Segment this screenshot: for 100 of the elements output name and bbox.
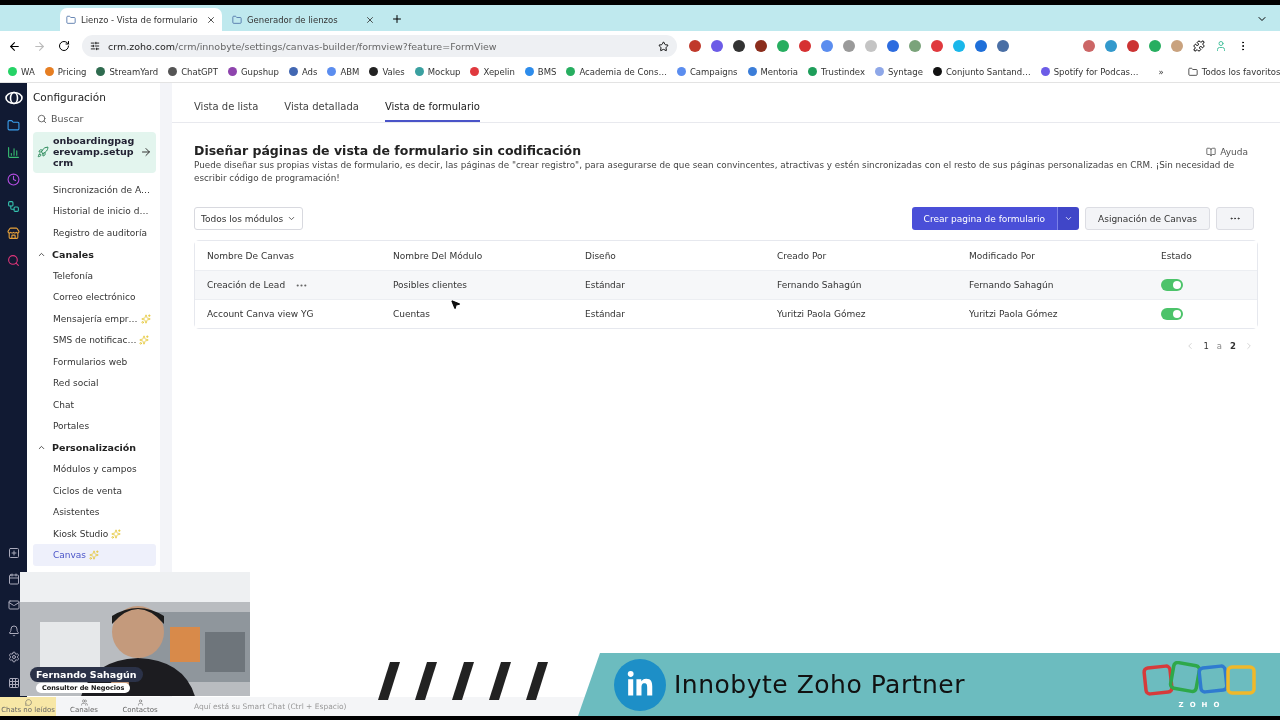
folder-icon[interactable] bbox=[7, 119, 20, 132]
bookmark[interactable]: ABM bbox=[327, 66, 360, 77]
column-header: Nombre Del Módulo bbox=[393, 250, 484, 261]
bell-icon[interactable] bbox=[7, 625, 20, 637]
table-cell: Fernando Sahagún bbox=[777, 280, 862, 291]
grid-icon[interactable] bbox=[7, 677, 20, 689]
column-header: Nombre De Canvas bbox=[207, 250, 295, 261]
bookmark[interactable]: Campaigns bbox=[676, 66, 738, 77]
bookmark[interactable]: Mentoria bbox=[747, 66, 799, 77]
bookmark[interactable]: Xepelin bbox=[470, 66, 515, 77]
bookmark[interactable]: Pricing bbox=[44, 66, 87, 77]
add-note-icon[interactable] bbox=[7, 547, 20, 559]
column-header: Creado Por bbox=[777, 250, 828, 261]
sidebar-item[interactable]: Mensajería empr… bbox=[33, 307, 156, 330]
module-dropdown[interactable]: Todos los módulos bbox=[194, 207, 304, 231]
banner-title: Innobyte Zoho Partner bbox=[674, 670, 966, 699]
chart-icon[interactable] bbox=[7, 146, 20, 159]
create-options-button[interactable] bbox=[1057, 207, 1080, 231]
address-bar[interactable]: crm.zoho.com/crm/innobyte/settings/canvas-builder/formview?feature=FormView bbox=[82, 35, 677, 57]
more-bookmarks-button[interactable]: » bbox=[1158, 66, 1164, 77]
sidebar-item[interactable]: Chat bbox=[33, 393, 156, 416]
sidebar-item[interactable]: Ciclos de venta bbox=[33, 479, 156, 502]
onboarding-link[interactable]: onboardingpagerevamp.setupcrm bbox=[33, 132, 156, 173]
status-toggle[interactable] bbox=[1161, 308, 1183, 321]
view-tab[interactable]: Vista de lista bbox=[194, 101, 259, 122]
sidebar-item[interactable]: Registro de auditoría bbox=[33, 221, 156, 244]
table-row[interactable]: Account Canva view YG Cuentas Estándar Yuritzi Paola Gómez Yuritzi Paola Gómez bbox=[195, 299, 1257, 329]
back-icon[interactable] bbox=[8, 39, 21, 53]
search-icon bbox=[37, 113, 47, 124]
sidebar-item[interactable]: Asistentes bbox=[33, 501, 156, 523]
bookmark[interactable]: StreamYard bbox=[96, 66, 159, 77]
bookmark[interactable]: Mockup bbox=[414, 66, 461, 77]
table-cell: Account Canva view YG bbox=[207, 309, 314, 320]
app-logo-icon[interactable] bbox=[4, 91, 23, 105]
bookmark[interactable]: Gupshup bbox=[227, 66, 279, 77]
bookmark[interactable]: Academia de Cons… bbox=[566, 66, 667, 77]
search-field[interactable]: Buscar bbox=[37, 113, 156, 124]
extension-icon[interactable] bbox=[733, 40, 745, 52]
workflow-icon[interactable] bbox=[7, 200, 20, 213]
sidebar-item[interactable]: Red social bbox=[33, 372, 156, 394]
bookmark[interactable]: Ads bbox=[288, 66, 318, 77]
sidebar-item[interactable]: Módulos y campos bbox=[33, 458, 156, 480]
sidebar-item[interactable]: Formularios web bbox=[33, 350, 156, 373]
tab-favicon-icon bbox=[66, 14, 76, 25]
sidebar-item[interactable]: Kiosk Studio bbox=[33, 522, 156, 545]
bookmark[interactable]: Vales bbox=[369, 66, 405, 77]
book-icon bbox=[1206, 147, 1217, 157]
bookmark[interactable]: Syntage bbox=[874, 66, 923, 77]
sidebar-item[interactable]: Telefonía bbox=[33, 264, 156, 287]
reload-icon[interactable] bbox=[58, 40, 70, 52]
search-icon[interactable] bbox=[7, 254, 20, 267]
bookmark[interactable]: Conjunto Santand… bbox=[932, 66, 1031, 77]
presenter-name: Fernando Sahagún bbox=[30, 667, 143, 682]
sidebar-item[interactable]: Portales bbox=[33, 415, 156, 437]
help-link[interactable]: Ayuda bbox=[1206, 147, 1248, 157]
sidebar-item[interactable]: Correo electrónico bbox=[33, 286, 156, 308]
users-icon bbox=[80, 699, 88, 706]
table-cell: Estándar bbox=[585, 309, 626, 320]
clock-icon[interactable] bbox=[7, 173, 20, 186]
bookmark-star-icon[interactable] bbox=[658, 40, 669, 52]
close-icon[interactable] bbox=[206, 14, 216, 25]
bookmark[interactable]: Spotify for Podcas… bbox=[1040, 66, 1139, 77]
table-row[interactable]: Creación de Lead Posibles clientes Estándar Fernando Sahagún Fernando Sahagún bbox=[195, 270, 1257, 300]
status-toggle[interactable] bbox=[1161, 279, 1183, 292]
create-form-button[interactable]: Crear pagina de formulario bbox=[911, 207, 1058, 231]
browser-tab[interactable]: Lienzo - Vista de formulario bbox=[60, 8, 222, 31]
sidebar-item[interactable]: SMS de notificac… bbox=[33, 329, 156, 351]
bookmark[interactable]: BMS bbox=[524, 66, 557, 77]
sidebar-item[interactable]: Historial de inicio d… bbox=[33, 200, 156, 222]
sidebar-item[interactable]: Sincronización de A… bbox=[33, 178, 156, 201]
extension-icon[interactable] bbox=[689, 40, 701, 52]
settings-icon[interactable] bbox=[7, 651, 20, 663]
bookmark[interactable]: ChatGPT bbox=[168, 66, 218, 77]
section-header[interactable]: Canales bbox=[33, 243, 156, 265]
view-tab[interactable]: Vista de formulario bbox=[384, 101, 480, 122]
close-icon[interactable] bbox=[365, 14, 375, 25]
column-header: Diseño bbox=[585, 250, 617, 261]
rocket-icon bbox=[37, 146, 49, 159]
site-settings-icon[interactable] bbox=[90, 41, 100, 51]
browser-tab[interactable]: Generador de lienzos bbox=[226, 8, 381, 31]
table-cell: Creación de Lead bbox=[207, 280, 286, 291]
extension-icon[interactable] bbox=[755, 40, 767, 52]
column-header: Modificado Por bbox=[969, 250, 1036, 261]
extensions-icon[interactable] bbox=[1193, 40, 1205, 52]
mail-icon[interactable] bbox=[7, 599, 20, 611]
cursor-icon bbox=[450, 299, 461, 310]
section-header[interactable]: Personalización bbox=[33, 436, 156, 459]
new-tab-icon[interactable] bbox=[391, 13, 403, 25]
canvas-assignment-button[interactable]: Asignación de Canvas bbox=[1085, 207, 1210, 231]
calendar-icon[interactable] bbox=[7, 573, 20, 585]
store-icon[interactable] bbox=[7, 227, 20, 240]
all-bookmarks-folder[interactable]: Todos los favoritos bbox=[1187, 66, 1280, 77]
tab-favicon-icon bbox=[232, 14, 242, 25]
tab-title: Generador de lienzos bbox=[247, 14, 339, 25]
view-tab[interactable]: Vista detallada bbox=[284, 101, 359, 122]
arrow-right-icon bbox=[140, 146, 152, 159]
sidebar-item[interactable]: Canvas bbox=[33, 544, 156, 566]
linkedin-icon bbox=[614, 658, 666, 711]
bookmark[interactable]: WA bbox=[8, 66, 35, 77]
bookmark[interactable]: Trustindex bbox=[808, 66, 865, 77]
